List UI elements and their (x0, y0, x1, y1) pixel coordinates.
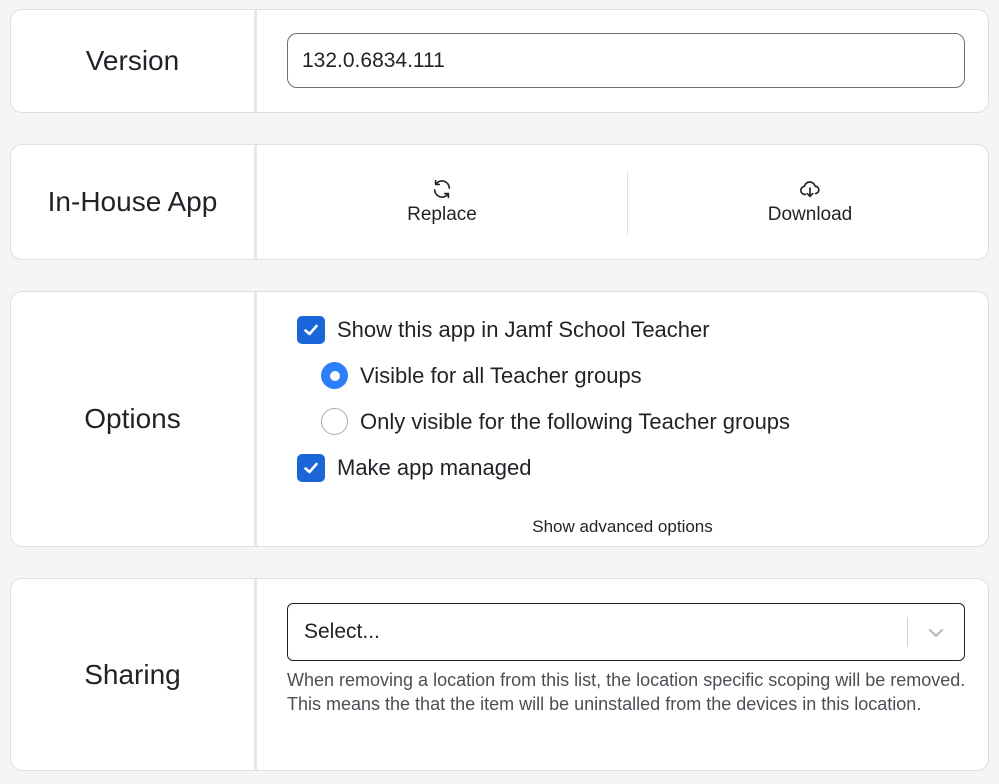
visible-all-radio[interactable] (321, 362, 348, 389)
refresh-icon (433, 179, 451, 199)
sharing-select[interactable]: Select... (287, 603, 965, 661)
check-icon (304, 462, 318, 474)
replace-label: Replace (407, 204, 477, 225)
inhouse-app-card: In-House App Replace Download (10, 144, 989, 260)
make-managed-checkbox[interactable] (297, 454, 325, 482)
version-input[interactable] (287, 33, 965, 88)
chevron-down-icon[interactable] (926, 623, 946, 643)
download-label: Download (767, 204, 853, 225)
options-content: Show this app in Jamf School Teacher Vis… (257, 292, 988, 546)
sharing-help-text: When removing a location from this list,… (287, 670, 966, 714)
visible-all-label: Visible for all Teacher groups (360, 362, 642, 388)
check-icon (304, 324, 318, 336)
show-in-teacher-label: Show this app in Jamf School Teacher (337, 317, 710, 342)
version-content (257, 10, 988, 112)
button-separator (627, 170, 628, 236)
sharing-select-placeholder: Select... (304, 620, 380, 643)
cloud-download-icon (800, 181, 820, 198)
replace-button[interactable]: Replace (257, 145, 627, 259)
inhouse-app-content: Replace Download (257, 145, 988, 259)
make-managed-option[interactable]: Make app managed (297, 454, 531, 482)
only-visible-option[interactable]: Only visible for the following Teacher g… (321, 408, 790, 435)
download-button[interactable]: Download (629, 145, 988, 259)
options-label: Options (84, 403, 181, 434)
version-label: Version (85, 45, 180, 76)
version-card: Version (10, 9, 989, 113)
show-advanced-options-link[interactable]: Show advanced options (257, 517, 988, 537)
show-in-teacher-option[interactable]: Show this app in Jamf School Teacher (297, 316, 710, 344)
inhouse-app-label: In-House App (47, 186, 218, 217)
options-card: Options Show this app in Jamf School Tea… (10, 291, 989, 547)
sharing-content: Select... When removing a location from … (257, 579, 988, 770)
only-visible-label: Only visible for the following Teacher g… (360, 408, 791, 434)
only-visible-radio[interactable] (321, 408, 348, 435)
show-in-teacher-checkbox[interactable] (297, 316, 325, 344)
sharing-label: Sharing (84, 658, 181, 690)
visible-all-option[interactable]: Visible for all Teacher groups (321, 362, 642, 389)
make-managed-label: Make app managed (337, 455, 532, 480)
select-separator (907, 617, 908, 647)
sharing-card: Sharing Select... When removing a locati… (10, 578, 989, 771)
